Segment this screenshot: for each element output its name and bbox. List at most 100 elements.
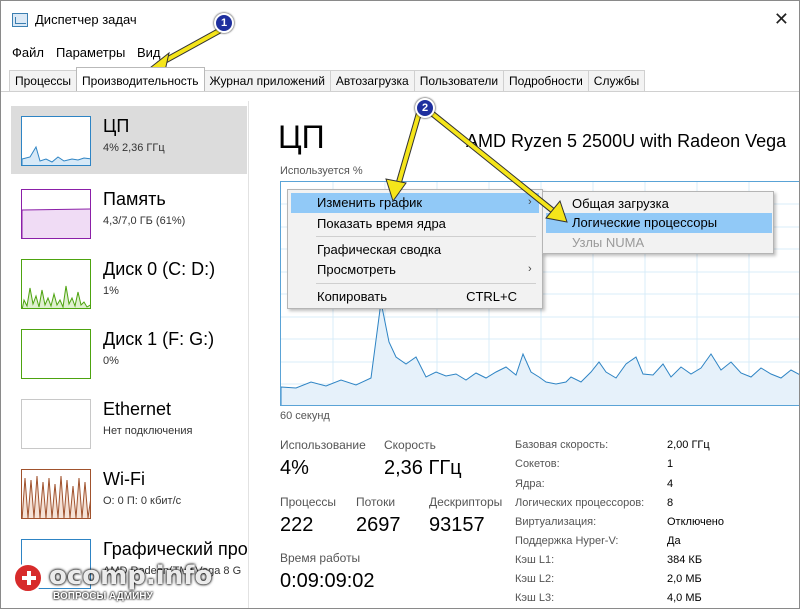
threads-label: Потоки — [356, 495, 396, 509]
performance-sidebar: ЦП 4% 2,36 ГГц Память 4,3/7,0 ГБ (61%) Д… — [9, 101, 249, 608]
memory-thumbnail-graph — [21, 189, 91, 239]
sidebar-item-sub: 4% 2,36 ГГц — [103, 142, 165, 154]
tab-users[interactable]: Пользователи — [413, 70, 505, 91]
ethernet-thumbnail-graph — [21, 399, 91, 449]
menu-bar: Файл Параметры Вид — [1, 45, 799, 65]
sidebar-item-ethernet[interactable]: Ethernet Нет подключения — [11, 389, 247, 457]
menu-options[interactable]: Параметры — [56, 45, 125, 60]
annotation-badge-1: 1 — [214, 13, 234, 33]
menu-item-label: Логические процессоры — [572, 215, 718, 230]
shortcut-label: CTRL+C — [466, 289, 517, 304]
sidebar-item-sub: О: 0 П: 0 кбит/с — [103, 495, 182, 507]
wifi-thumbnail-graph — [21, 469, 91, 519]
usage-label: Использование — [280, 438, 366, 452]
spec-value: 1 — [667, 458, 674, 470]
menu-file[interactable]: Файл — [12, 45, 44, 60]
spec-value: 4,0 МБ — [667, 592, 702, 604]
sidebar-item-label: Диск 1 (F: G:) — [103, 329, 215, 349]
uptime-label: Время работы — [280, 551, 361, 565]
task-manager-window: Диспетчер задач ✕ Файл Параметры Вид Про… — [0, 0, 800, 609]
sidebar-item-label: Wi-Fi — [103, 469, 145, 489]
sidebar-item-sub: 1% — [103, 285, 119, 297]
spec-value: 2,00 ГГц — [667, 439, 710, 451]
spec-value: 2,0 МБ — [667, 573, 702, 585]
tab-bar: Процессы Производительность Журнал прило… — [9, 67, 646, 92]
tab-processes[interactable]: Процессы — [9, 70, 78, 91]
menu-item-show-kernel-times[interactable]: Показать время ядра — [291, 214, 539, 234]
disk1-thumbnail-graph — [21, 329, 91, 379]
speed-value: 2,36 ГГц — [384, 457, 462, 479]
page-title: ЦП — [278, 119, 325, 155]
menu-item-change-graph[interactable]: Изменить график — [291, 193, 539, 213]
menu-item-label: Изменить график — [317, 195, 423, 210]
sidebar-item-label: Диск 0 (C: D:) — [103, 259, 216, 279]
usage-value: 4% — [280, 457, 309, 479]
handles-value: 93157 — [429, 514, 485, 536]
speed-label: Скорость — [384, 438, 436, 452]
spec-label: Базовая скорость: — [515, 439, 609, 451]
graph-submenu: Общая загрузка Логические процессоры Узл… — [542, 191, 774, 254]
processes-value: 222 — [280, 514, 314, 536]
window-title: Диспетчер задач — [35, 12, 137, 27]
sidebar-item-cpu[interactable]: ЦП 4% 2,36 ГГц — [11, 106, 247, 174]
spec-value: 384 КБ — [667, 554, 703, 566]
tab-startup[interactable]: Автозагрузка — [329, 70, 415, 91]
tab-app-history[interactable]: Журнал приложений — [203, 70, 331, 91]
menu-item-copy[interactable]: Копировать CTRL+C — [291, 287, 539, 307]
spec-label: Кэш L3: — [515, 592, 555, 604]
graph-usage-label: Используется % — [280, 165, 363, 177]
spec-value: Да — [667, 535, 681, 547]
spec-label: Сокетов: — [515, 458, 560, 470]
uptime-value: 0:09:09:02 — [280, 570, 375, 592]
spec-label: Кэш L2: — [515, 573, 555, 585]
menu-item-label: Показать время ядра — [317, 216, 446, 231]
title-bar: Диспетчер задач ✕ — [1, 1, 799, 35]
handles-label: Дескрипторы — [429, 495, 503, 509]
tab-details[interactable]: Подробности — [503, 70, 589, 91]
sidebar-item-label: Память — [103, 189, 166, 209]
spec-value: 8 — [667, 497, 674, 509]
menu-item-label: Графическая сводка — [317, 242, 442, 257]
sidebar-item-label: Ethernet — [103, 399, 172, 419]
menu-item-view[interactable]: Просмотреть — [291, 260, 539, 280]
submenu-item-overall-utilization[interactable]: Общая загрузка — [546, 194, 772, 214]
tab-services[interactable]: Службы — [587, 70, 646, 91]
sidebar-item-sub: 0% — [103, 355, 119, 367]
close-window-button[interactable]: ✕ — [774, 9, 789, 30]
menu-item-label: Копировать — [317, 289, 387, 304]
submenu-arrow-icon: › — [528, 196, 532, 208]
menu-view[interactable]: Вид — [137, 45, 161, 60]
task-manager-icon — [12, 13, 28, 27]
spec-label: Ядра: — [515, 478, 545, 490]
sidebar-item-disk1[interactable]: Диск 1 (F: G:) 0% — [11, 319, 247, 387]
sidebar-item-sub: Нет подключения — [103, 425, 193, 437]
sidebar-item-sub: 4,3/7,0 ГБ (61%) — [103, 215, 186, 227]
context-menu: Изменить график › Показать время ядра Гр… — [287, 189, 543, 309]
menu-separator — [316, 283, 536, 284]
submenu-item-logical-processors[interactable]: Логические процессоры — [546, 213, 772, 233]
watermark-text: ocomp.info — [49, 561, 213, 591]
sidebar-item-disk0[interactable]: Диск 0 (C: D:) 1% — [11, 249, 247, 317]
threads-value: 2697 — [356, 514, 401, 536]
menu-item-label: Просмотреть — [317, 262, 396, 277]
watermark-logo-icon — [13, 563, 43, 593]
menu-item-label: Общая загрузка — [572, 196, 669, 211]
menu-item-summary-view[interactable]: Графическая сводка — [291, 240, 539, 260]
annotation-badge-2: 2 — [415, 98, 435, 118]
cpu-model-name: AMD Ryzen 5 2500U with Radeon Vega — [466, 131, 787, 151]
graph-time-label: 60 секунд — [280, 410, 330, 422]
disk0-thumbnail-graph — [21, 259, 91, 309]
watermark: ocomp.info ВОПРОСЫ АДМИНУ — [9, 557, 212, 605]
submenu-item-numa-nodes: Узлы NUMA — [546, 233, 772, 253]
spec-label: Поддержка Hyper-V: — [515, 535, 619, 547]
spec-value: Отключено — [667, 516, 724, 528]
spec-label: Виртуализация: — [515, 516, 597, 528]
sidebar-item-label: ЦП — [103, 116, 130, 136]
menu-separator — [316, 236, 536, 237]
tab-performance[interactable]: Производительность — [76, 67, 205, 91]
spec-label: Логических процессоров: — [515, 497, 645, 509]
spec-label: Кэш L1: — [515, 554, 555, 566]
spec-value: 4 — [667, 478, 674, 490]
sidebar-item-memory[interactable]: Память 4,3/7,0 ГБ (61%) — [11, 179, 247, 247]
sidebar-item-wifi[interactable]: Wi-Fi О: 0 П: 0 кбит/с — [11, 459, 247, 527]
